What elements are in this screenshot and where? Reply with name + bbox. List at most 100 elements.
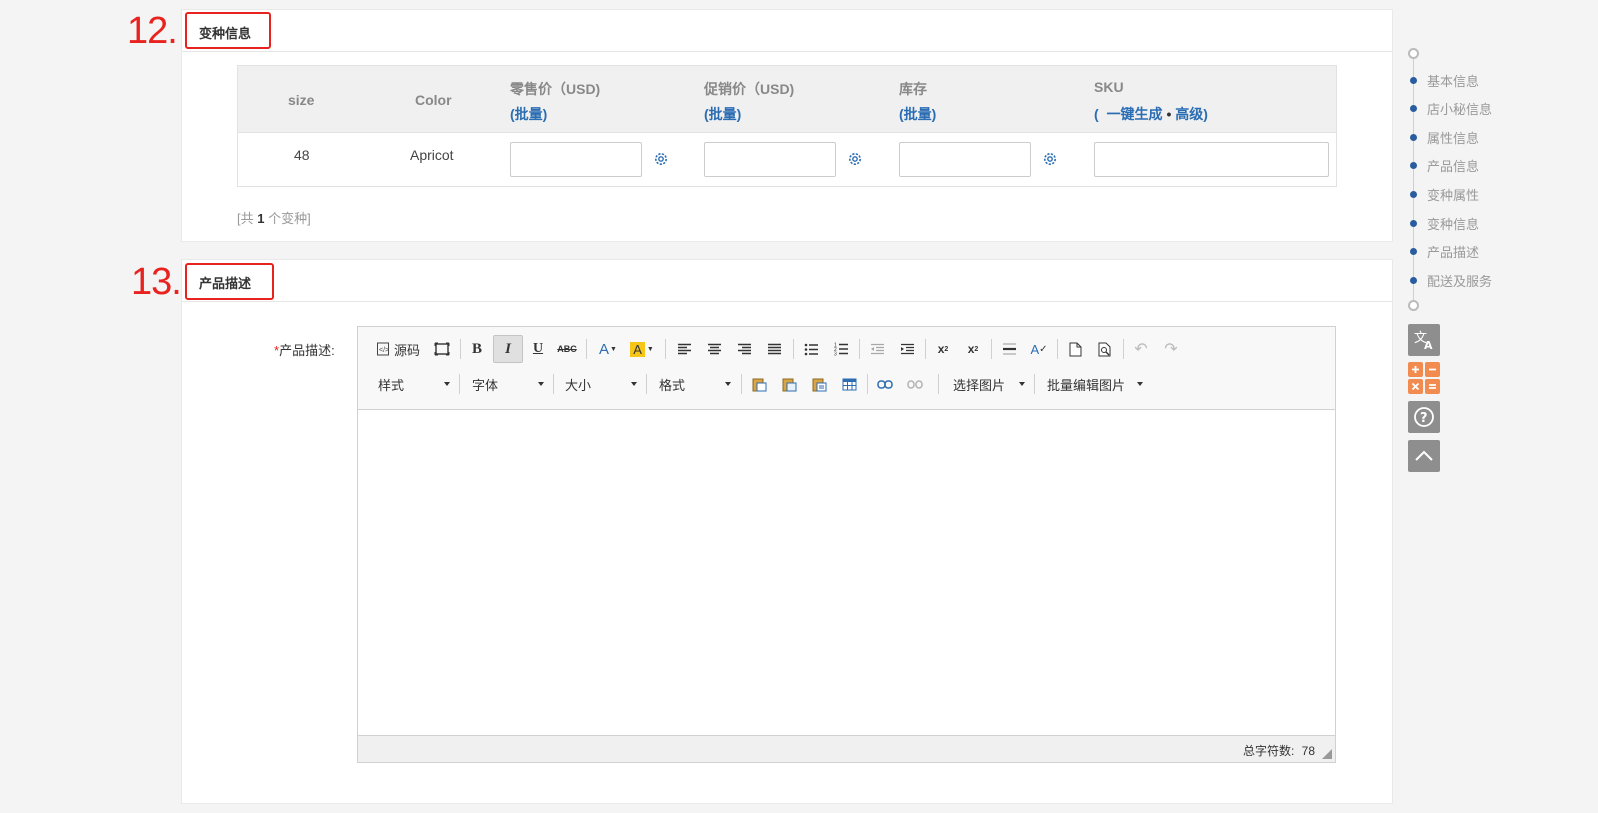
source-button[interactable]: </> 源码 xyxy=(373,336,423,362)
chevron-up-icon xyxy=(1415,450,1433,461)
calculator-button[interactable] xyxy=(1408,362,1440,394)
new-page-button[interactable] xyxy=(1062,336,1088,362)
nav-dot-icon xyxy=(1410,190,1417,198)
maximize-button[interactable] xyxy=(430,336,454,362)
side-nav-item[interactable]: 变种属性 xyxy=(1410,185,1479,203)
retail-price-input[interactable] xyxy=(510,142,642,177)
batch-edit-image-button[interactable]: 批量编辑图片 xyxy=(1047,372,1143,396)
side-nav-item[interactable]: 产品信息 xyxy=(1410,156,1479,174)
promo-price-input[interactable] xyxy=(704,142,836,177)
toolbar-separator xyxy=(991,339,992,359)
undo-button[interactable]: ↶ xyxy=(1128,336,1154,362)
underline-button[interactable]: U xyxy=(525,336,551,362)
gear-icon[interactable] xyxy=(653,151,669,167)
word-count-value: 78 xyxy=(1301,744,1315,758)
toolbar-separator xyxy=(741,374,742,394)
nav-dot-icon xyxy=(1410,276,1417,284)
editor-content-area[interactable] xyxy=(358,410,1335,735)
dropdown-caret-icon xyxy=(1019,382,1025,386)
outdent-icon xyxy=(870,343,884,354)
paste-icon xyxy=(752,378,766,391)
text-color-button[interactable]: A ▼ xyxy=(594,336,622,362)
unlink-button[interactable] xyxy=(902,371,928,397)
toolbar-separator xyxy=(938,374,939,394)
horizontal-rule-button[interactable] xyxy=(996,336,1022,362)
description-label-text: 产品描述: xyxy=(279,343,335,358)
superscript-button[interactable]: x2 xyxy=(960,336,986,362)
description-panel: 产品描述 *产品描述: </> 源码 B I U ABC A ▼ A ▼ 1 2… xyxy=(181,259,1393,804)
side-nav-label: 基本信息 xyxy=(1427,73,1480,89)
toolbar-separator xyxy=(553,374,554,394)
svg-text:A: A xyxy=(1424,339,1433,351)
numbered-list-button[interactable]: 123 xyxy=(828,336,854,362)
italic-button[interactable]: I xyxy=(493,335,523,363)
batch-promo-link[interactable]: (批量) xyxy=(704,104,741,124)
svg-text:</>: </> xyxy=(379,347,389,354)
sku-input[interactable] xyxy=(1094,142,1329,177)
sku-generate-link[interactable]: 一键生成 xyxy=(1107,106,1163,122)
subscript-button[interactable]: x2 xyxy=(930,336,956,362)
sku-paren-open: ( xyxy=(1094,106,1099,122)
outdent-button[interactable] xyxy=(864,336,890,362)
side-nav-label: 产品信息 xyxy=(1427,158,1480,174)
side-nav-item[interactable]: 变种信息 xyxy=(1410,214,1479,232)
variant-count: [共 1 个变种] xyxy=(237,208,311,227)
word-count: 总字符数: 78 xyxy=(1243,742,1315,759)
justify-button[interactable] xyxy=(761,336,787,362)
batch-retail-link[interactable]: (批量) xyxy=(510,104,547,124)
paste-word-button[interactable] xyxy=(806,371,832,397)
translate-button[interactable]: 文A xyxy=(1408,324,1440,356)
toolbar-separator xyxy=(586,339,587,359)
indent-button[interactable] xyxy=(894,336,920,362)
remove-format-button[interactable]: A ✓ xyxy=(1026,336,1052,362)
align-left-button[interactable] xyxy=(671,336,697,362)
dropdown-caret-icon xyxy=(444,382,450,386)
bulleted-list-icon xyxy=(804,343,818,355)
paste-text-icon xyxy=(782,378,796,391)
gear-icon[interactable] xyxy=(1042,151,1058,167)
table-icon xyxy=(842,378,856,390)
col-stock: 库存 xyxy=(899,81,927,97)
align-center-button[interactable] xyxy=(701,336,727,362)
row-size: 48 xyxy=(294,147,310,163)
side-nav-item[interactable]: 配送及服务 xyxy=(1410,271,1492,289)
col-color: Color xyxy=(415,92,452,108)
bulleted-list-button[interactable] xyxy=(798,336,824,362)
size-select[interactable]: 大小 xyxy=(565,372,637,396)
resize-handle-icon[interactable] xyxy=(1322,749,1332,759)
preview-button[interactable] xyxy=(1092,336,1118,362)
maximize-icon xyxy=(434,342,450,356)
side-nav-item[interactable]: 属性信息 xyxy=(1410,128,1479,146)
strikethrough-button[interactable]: ABC xyxy=(554,336,580,362)
redo-button[interactable]: ↷ xyxy=(1158,336,1184,362)
paste-button[interactable] xyxy=(746,371,772,397)
side-nav-item[interactable]: 店小秘信息 xyxy=(1410,99,1492,117)
side-nav-item[interactable]: 产品描述 xyxy=(1410,242,1479,260)
font-select[interactable]: 字体 xyxy=(472,372,544,396)
variant-info-panel: 变种信息 size Color 零售价（USD) (批量) 促销价（USD) (… xyxy=(181,9,1393,242)
paste-text-button[interactable] xyxy=(776,371,802,397)
side-nav-item[interactable]: 基本信息 xyxy=(1410,71,1479,89)
dropdown-caret-icon xyxy=(538,382,544,386)
table-button[interactable] xyxy=(836,371,862,397)
source-label: 源码 xyxy=(393,342,420,358)
annotation-12: 12. xyxy=(127,10,178,52)
bold-button[interactable]: B xyxy=(464,336,490,362)
select-image-button[interactable]: 选择图片 xyxy=(953,372,1025,396)
style-select[interactable]: 样式 xyxy=(378,372,450,396)
word-count-label: 总字符数: xyxy=(1242,744,1295,758)
help-button[interactable]: ? xyxy=(1408,401,1440,433)
format-select-label: 格式 xyxy=(659,377,686,393)
align-right-button[interactable] xyxy=(731,336,757,362)
gear-icon[interactable] xyxy=(847,151,863,167)
back-to-top-button[interactable] xyxy=(1408,440,1440,472)
batch-stock-link[interactable]: (批量) xyxy=(899,104,936,124)
calculator-icon xyxy=(1408,362,1440,394)
format-select[interactable]: 格式 xyxy=(659,372,731,396)
align-left-icon xyxy=(677,343,691,354)
stock-input[interactable] xyxy=(899,142,1031,177)
bg-color-button[interactable]: A ▼ xyxy=(626,336,658,362)
count-prefix: [共 xyxy=(237,211,254,226)
sku-advanced-link[interactable]: 高级 xyxy=(1175,106,1203,122)
link-button[interactable] xyxy=(872,371,898,397)
